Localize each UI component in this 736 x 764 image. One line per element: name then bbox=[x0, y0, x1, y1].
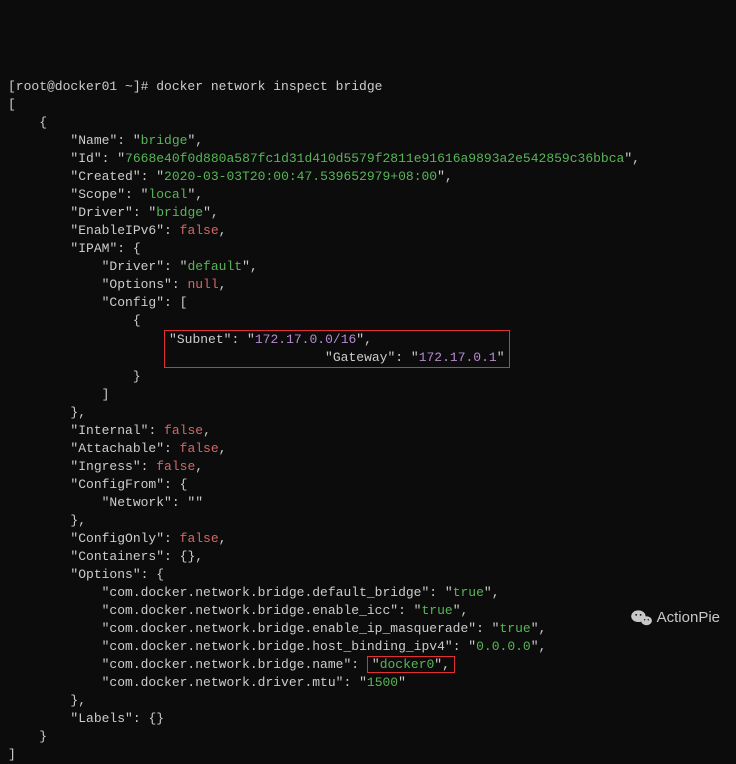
key-labels: Labels bbox=[78, 711, 125, 726]
val-internal: false bbox=[164, 423, 203, 438]
key-ingress: Ingress bbox=[78, 459, 133, 474]
key-subnet: Subnet bbox=[177, 332, 224, 347]
key-ipam-options: Options bbox=[109, 277, 164, 292]
val-enableipv6: false bbox=[180, 223, 219, 238]
highlight-box-subnet-gateway: "Subnet": "172.17.0.0/16", "Gateway": "1… bbox=[164, 330, 509, 368]
key-id: Id bbox=[78, 151, 94, 166]
key-opt-default-bridge: com.docker.network.bridge.default_bridge bbox=[109, 585, 421, 600]
key-opt-host-binding: com.docker.network.bridge.host_binding_i… bbox=[109, 639, 444, 654]
key-gateway: Gateway bbox=[333, 350, 388, 365]
key-enableipv6: EnableIPv6 bbox=[78, 223, 156, 238]
val-ipam-driver: default bbox=[187, 259, 242, 274]
val-created: 2020-03-03T20:00:47.539652979+08:00 bbox=[164, 169, 437, 184]
val-name: bridge bbox=[141, 133, 188, 148]
val-opt-enable-icc: true bbox=[422, 603, 453, 618]
shell-prompt: [root@docker01 ~]# docker network inspec… bbox=[8, 79, 382, 94]
val-ipam-options: null bbox=[187, 277, 218, 292]
key-opt-enable-icc: com.docker.network.bridge.enable_icc bbox=[109, 603, 390, 618]
key-internal: Internal bbox=[78, 423, 140, 438]
val-subnet-cidr: /16 bbox=[333, 332, 356, 347]
key-ipam-driver: Driver bbox=[109, 259, 156, 274]
val-opt-host-binding: 0.0.0.0 bbox=[476, 639, 531, 654]
val-containers: {} bbox=[180, 549, 196, 564]
key-configfrom-network: Network bbox=[109, 495, 164, 510]
val-driver: bridge bbox=[156, 205, 203, 220]
val-opt-name: docker0 bbox=[380, 657, 435, 672]
key-attachable: Attachable bbox=[78, 441, 156, 456]
key-opt-mtu: com.docker.network.driver.mtu bbox=[109, 675, 335, 690]
val-configonly: false bbox=[180, 531, 219, 546]
key-opt-enable-ip-masq: com.docker.network.bridge.enable_ip_masq… bbox=[109, 621, 468, 636]
val-id: 7668e40f0d880a587fc1d31d410d5579f2811e91… bbox=[125, 151, 624, 166]
val-scope: local bbox=[148, 187, 187, 202]
val-ingress: false bbox=[156, 459, 195, 474]
key-name: Name bbox=[78, 133, 109, 148]
key-driver: Driver bbox=[78, 205, 125, 220]
val-subnet-ip: 172.17.0.0 bbox=[255, 332, 333, 347]
val-labels: {} bbox=[148, 711, 164, 726]
val-attachable: false bbox=[180, 441, 219, 456]
val-opt-default-bridge: true bbox=[453, 585, 484, 600]
val-opt-enable-ip-masq: true bbox=[500, 621, 531, 636]
key-ipam-config: Config bbox=[109, 295, 156, 310]
val-opt-mtu: 1500 bbox=[367, 675, 398, 690]
highlight-box-docker0: "docker0", bbox=[367, 656, 455, 673]
key-scope: Scope bbox=[78, 187, 117, 202]
key-opt-name: com.docker.network.bridge.name bbox=[109, 657, 343, 672]
watermark-text: ActionPie bbox=[657, 609, 720, 627]
val-gateway: 172.17.0.1 bbox=[419, 350, 497, 365]
key-options: Options bbox=[78, 567, 133, 582]
wechat-icon bbox=[631, 573, 653, 663]
key-configfrom: ConfigFrom bbox=[78, 477, 156, 492]
key-containers: Containers bbox=[78, 549, 156, 564]
key-created: Created bbox=[78, 169, 133, 184]
key-ipam: IPAM bbox=[78, 241, 109, 256]
watermark: ActionPie bbox=[631, 573, 720, 663]
key-configonly: ConfigOnly bbox=[78, 531, 156, 546]
